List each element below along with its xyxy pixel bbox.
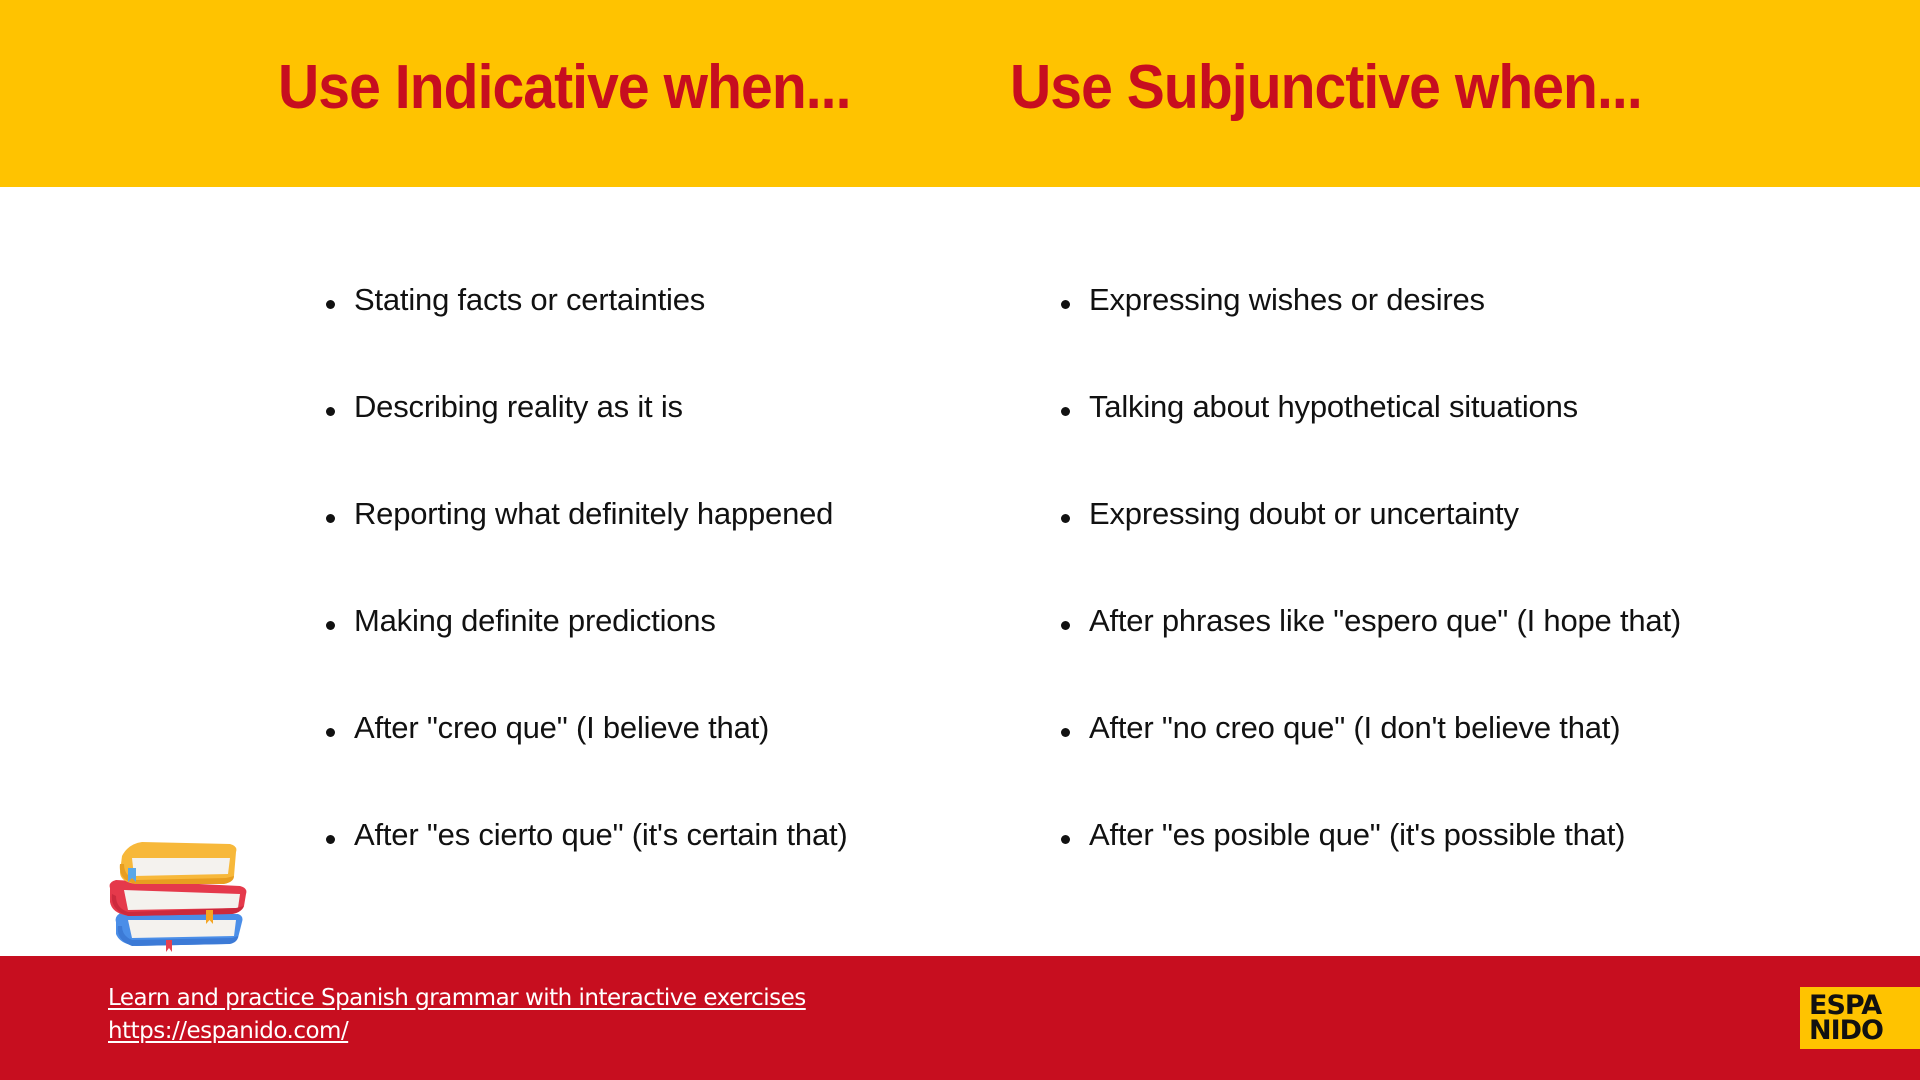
list-item-text: After "es posible que" (it's possible th… <box>1089 817 1626 852</box>
list-item: After "es cierto que" (it's certain that… <box>326 810 848 917</box>
list-item-text: After "creo que" (I believe that) <box>354 710 770 745</box>
bullet-icon <box>1061 407 1070 416</box>
subjunctive-heading: Use Subjunctive when... <box>1010 53 1643 122</box>
website-link[interactable]: https://espanido.com/ <box>108 1015 806 1048</box>
list-item-text: Stating facts or certainties <box>354 282 706 317</box>
list-item: Stating facts or certainties <box>326 275 848 382</box>
list-item-text: Talking about hypothetical situations <box>1089 389 1578 424</box>
bullet-icon <box>326 835 335 844</box>
bullet-icon <box>1061 728 1070 737</box>
bullet-icon <box>326 407 335 416</box>
list-item: After phrases like "espero que" (I hope … <box>1061 596 1681 703</box>
indicative-heading: Use Indicative when... <box>278 53 851 122</box>
espanido-logo: ESPA NIDO <box>1800 987 1920 1049</box>
list-item-text: Expressing doubt or uncertainty <box>1089 496 1519 531</box>
footer-banner: Learn and practice Spanish grammar with … <box>0 956 1920 1080</box>
bullet-icon <box>1061 300 1070 309</box>
bullet-icon <box>1061 835 1070 844</box>
list-item-text: After phrases like "espero que" (I hope … <box>1089 603 1682 638</box>
bullet-icon <box>326 621 335 630</box>
stack-of-books-icon <box>109 842 247 952</box>
header-banner: Use Indicative when... Use Subjunctive w… <box>0 0 1920 187</box>
logo-line-2: NIDO <box>1809 1015 1884 1046</box>
list-item: Expressing doubt or uncertainty <box>1061 489 1681 596</box>
list-item-text: After "no creo que" (I don't believe tha… <box>1089 710 1621 745</box>
bullet-icon <box>326 300 335 309</box>
list-item-text: Expressing wishes or desires <box>1089 282 1485 317</box>
bullet-icon <box>1061 621 1070 630</box>
list-item: Expressing wishes or desires <box>1061 275 1681 382</box>
indicative-list: Stating facts or certainties Describing … <box>326 275 848 917</box>
list-item-text: Reporting what definitely happened <box>354 496 834 531</box>
subjunctive-list: Expressing wishes or desires Talking abo… <box>1061 275 1681 917</box>
footer-links: Learn and practice Spanish grammar with … <box>108 982 806 1048</box>
list-item-text: After "es cierto que" (it's certain that… <box>354 817 848 852</box>
list-item: After "es posible que" (it's possible th… <box>1061 810 1681 917</box>
bullet-icon <box>326 514 335 523</box>
list-item: Talking about hypothetical situations <box>1061 382 1681 489</box>
list-item-text: Making definite predictions <box>354 603 716 638</box>
list-item-text: Describing reality as it is <box>354 389 683 424</box>
tagline-link[interactable]: Learn and practice Spanish grammar with … <box>108 982 806 1015</box>
list-item: After "creo que" (I believe that) <box>326 703 848 810</box>
list-item: Describing reality as it is <box>326 382 848 489</box>
bullet-icon <box>1061 514 1070 523</box>
list-item: Making definite predictions <box>326 596 848 703</box>
bullet-icon <box>326 728 335 737</box>
list-item: After "no creo que" (I don't believe tha… <box>1061 703 1681 810</box>
list-item: Reporting what definitely happened <box>326 489 848 596</box>
